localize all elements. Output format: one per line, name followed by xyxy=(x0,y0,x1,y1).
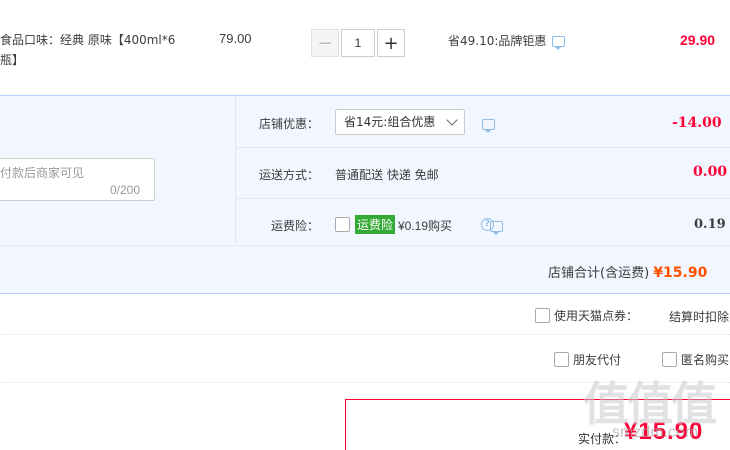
item-title[interactable]: 食品口味：经典 原味【400ml*6 瓶】 xyxy=(0,30,190,70)
message-icon[interactable] xyxy=(552,36,566,50)
store-total-value: ¥15.90 xyxy=(653,265,708,281)
quantity-stepper: − 1 + xyxy=(311,29,405,57)
quantity-input[interactable]: 1 xyxy=(341,29,375,57)
memo-char-counter: 0/200 xyxy=(110,183,141,197)
store-discount-select[interactable]: 省14元:组合优惠 xyxy=(335,109,465,135)
shipping-method-value: 普通配送 快递 免邮 xyxy=(335,168,439,182)
shipping-insurance-tag: 运费险 xyxy=(355,215,396,234)
item-total-price: 29.90 xyxy=(680,32,716,48)
item-title-line1[interactable]: 食品口味：经典 原味【400ml*6 xyxy=(0,30,190,50)
item-title-line2[interactable]: 瓶】 xyxy=(0,50,190,70)
watermark-site: smzdm.com xyxy=(612,424,699,441)
shipping-insurance-price: ¥0.19购买 xyxy=(398,219,453,233)
unit-price: 79.00 xyxy=(219,31,252,46)
item-promo-text: 省49.10:品牌钜惠 xyxy=(448,34,547,48)
memo-placeholder: 付款后商家可见 xyxy=(0,166,85,180)
store-discount-selected: 省14元:组合优惠 xyxy=(344,115,436,129)
shipping-insurance-label: 运费险： xyxy=(271,219,320,233)
store-total: 店铺合计(含运费) ¥15.90 xyxy=(548,262,707,281)
decrease-quantity-button[interactable]: − xyxy=(311,29,339,57)
item-promo: 省49.10:品牌钜惠 xyxy=(448,32,566,50)
tmall-points-value: 结算时扣除 xyxy=(669,310,730,324)
shipping-insurance-checkbox[interactable] xyxy=(335,217,350,232)
divider xyxy=(236,147,730,148)
tmall-points-label: 使用天猫点券： xyxy=(554,309,639,323)
friend-pay-option[interactable]: 朋友代付 xyxy=(554,351,621,368)
chevron-down-icon xyxy=(446,114,458,126)
anonymous-purchase-option[interactable]: 匿名购买 xyxy=(662,351,729,368)
friend-pay-checkbox[interactable] xyxy=(554,352,569,367)
shipping-insurance-value: 0.19 xyxy=(694,217,726,232)
question-icon[interactable]: ? xyxy=(481,218,494,231)
tmall-points-checkbox[interactable] xyxy=(535,308,550,323)
store-discount-label: 店铺优惠： xyxy=(259,117,320,131)
shipping-method-label: 运送方式： xyxy=(259,168,320,182)
friend-pay-label: 朋友代付 xyxy=(573,353,622,367)
anonymous-purchase-checkbox[interactable] xyxy=(662,352,677,367)
message-icon[interactable] xyxy=(482,119,495,133)
divider xyxy=(236,198,730,199)
tmall-points-option[interactable]: 使用天猫点券： xyxy=(535,307,638,324)
increase-quantity-button[interactable]: + xyxy=(377,29,405,57)
store-discount-value: -14.00 xyxy=(672,115,722,131)
anonymous-purchase-label: 匿名购买 xyxy=(681,353,730,367)
store-total-label: 店铺合计(含运费) xyxy=(548,266,650,281)
shipping-fee-value: 0.00 xyxy=(693,164,728,180)
